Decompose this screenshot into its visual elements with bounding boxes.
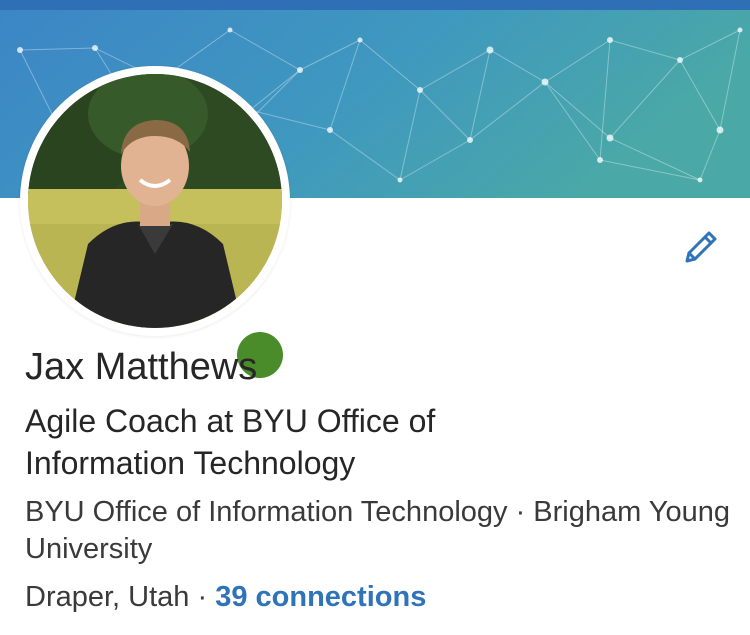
- profile-location: Draper, Utah: [25, 581, 190, 613]
- separator-dot: ·: [189, 581, 216, 613]
- profile-headline: Agile Coach at BYU Office of Information…: [25, 403, 436, 481]
- profile-photo[interactable]: [28, 74, 282, 328]
- edit-profile-button[interactable]: [676, 222, 726, 272]
- profile-company-education: BYU Office of Information Technology · B…: [25, 496, 731, 565]
- pencil-icon: [685, 231, 717, 263]
- location-row: Draper, Utah · 39 connections: [25, 578, 426, 616]
- connections-link[interactable]: 39 connections: [215, 581, 426, 613]
- profile-name: Jax Matthews: [25, 346, 258, 388]
- avatar[interactable]: [20, 66, 290, 384]
- top-strip: [0, 0, 750, 10]
